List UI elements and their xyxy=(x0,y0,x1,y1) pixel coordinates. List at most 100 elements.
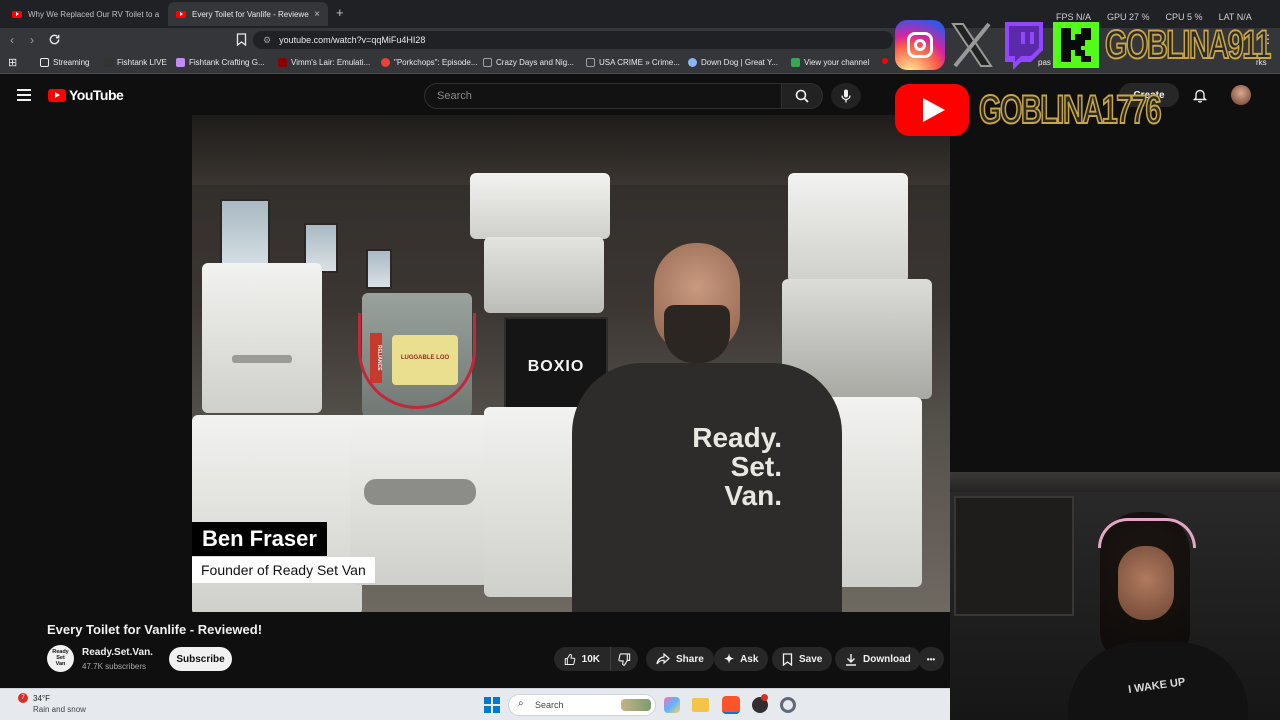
instagram-icon xyxy=(895,20,945,70)
window xyxy=(366,249,392,289)
youtube-icon xyxy=(895,84,969,136)
down-dog-icon xyxy=(688,58,697,67)
twitch-icon xyxy=(999,20,1047,70)
file-explorer-icon[interactable] xyxy=(692,698,709,712)
page-icon xyxy=(586,58,595,67)
thumbs-up-icon xyxy=(564,653,576,665)
bookmark-streaming[interactable]: Streaming xyxy=(40,58,89,67)
avatar[interactable] xyxy=(1231,85,1251,105)
porkchops-icon xyxy=(381,58,390,67)
bookmark-fishtank-live[interactable]: Fishtank LIVE xyxy=(104,58,167,67)
video-player[interactable]: LUGGABLE LOO RELIANCE BOXIO Ready. Set. … xyxy=(192,115,950,612)
ask-button[interactable]: ✦ Ask xyxy=(714,647,769,671)
youtube-handle-overlay: GOBLINA1776 xyxy=(895,84,1230,136)
subscribe-button[interactable]: Subscribe xyxy=(169,647,232,671)
voice-search-button[interactable] xyxy=(831,83,861,109)
lower-third-title: Founder of Ready Set Van xyxy=(192,557,375,583)
youtube-favicon-icon xyxy=(12,10,22,18)
windows-start-icon[interactable] xyxy=(484,697,500,713)
x-twitter-icon xyxy=(949,20,995,70)
subscriber-count: 47.7K subscribers xyxy=(82,662,147,671)
back-icon[interactable]: ‹ xyxy=(10,33,14,47)
shirt-text: Ready. Set. Van. xyxy=(692,422,782,511)
channel-avatar[interactable]: Ready Set Van xyxy=(47,645,74,672)
settings-gear-icon[interactable] xyxy=(780,697,796,713)
social-handles-overlay: GOBLINA911 xyxy=(895,20,1280,70)
youtube-favicon-icon xyxy=(176,10,186,18)
url-text: youtube.com/watch?v=qqMiFu4HI28 xyxy=(279,35,426,45)
streamer-shirt: I WAKE UP xyxy=(1068,642,1248,720)
sparkle-icon: ✦ xyxy=(724,652,735,666)
folder-icon xyxy=(40,58,49,67)
guide-menu-icon[interactable] xyxy=(17,89,31,101)
fishtank-icon xyxy=(104,58,113,67)
bookmark-porkchops[interactable]: "Porkchops": Episode... xyxy=(381,58,478,67)
streamer-face xyxy=(1118,546,1174,620)
apps-grid-icon[interactable]: ⊞ xyxy=(8,56,17,69)
search-button[interactable] xyxy=(781,83,823,109)
bookmark-view-your-channel[interactable]: View your channel xyxy=(791,58,869,67)
video-title: Every Toilet for Vanlife - Reviewed! xyxy=(47,622,263,637)
url-bar[interactable]: ⚙ youtube.com/watch?v=qqMiFu4HI28 xyxy=(253,31,893,49)
bookmark-partial[interactable] xyxy=(882,58,892,64)
porta-potti-top xyxy=(470,173,610,239)
tab-label: Every Toilet for Vanlife - Reviewe xyxy=(192,9,309,19)
composting-toilet xyxy=(202,263,322,413)
download-icon xyxy=(846,653,856,666)
share-button[interactable]: Share xyxy=(646,647,714,671)
tab-label: Why We Replaced Our RV Toilet to a xyxy=(28,9,160,19)
reload-icon[interactable] xyxy=(48,33,61,46)
channel-name[interactable]: Ready.Set.Van. xyxy=(82,647,153,658)
webcam-feed: I WAKE UP xyxy=(950,472,1280,720)
bookmark-fishtank-crafting[interactable]: Fishtank Crafting G... xyxy=(176,58,265,67)
tab-close-button[interactable]: × xyxy=(314,9,320,20)
dislike-button[interactable] xyxy=(610,647,638,671)
taskbar-search[interactable]: ⌕ Search xyxy=(508,694,656,716)
search-highlight-icon xyxy=(621,699,651,711)
presenter: Ready. Set. Van. xyxy=(572,243,842,612)
save-button[interactable]: Save xyxy=(772,647,833,671)
bookmark-crazy-days[interactable]: Crazy Days and Nig... xyxy=(483,58,574,67)
bookmark-usa-crime[interactable]: USA CRIME » Crime... xyxy=(586,58,680,67)
obs-icon[interactable] xyxy=(752,694,768,713)
browser-tab-active[interactable]: Every Toilet for Vanlife - Reviewe × xyxy=(168,2,328,26)
wall-frame xyxy=(954,496,1074,616)
search-input[interactable]: Search xyxy=(424,83,782,109)
headphones xyxy=(1098,518,1196,548)
luggable-loo-bucket: LUGGABLE LOO RELIANCE xyxy=(358,293,476,423)
thumbs-down-icon xyxy=(618,652,631,666)
youtube-logo[interactable]: YouTube xyxy=(48,87,124,103)
search-icon: ⌕ xyxy=(518,698,524,709)
youtube-logo-icon xyxy=(48,88,66,102)
site-info-icon[interactable]: ⚙ xyxy=(263,35,271,46)
kick-icon xyxy=(1053,22,1099,68)
weather-alert-badge: 7 xyxy=(18,693,28,703)
more-actions-button[interactable]: ••• xyxy=(918,647,944,671)
browser-tab[interactable]: Why We Replaced Our RV Toilet to a xyxy=(4,2,164,26)
brave-browser-icon[interactable] xyxy=(722,696,740,714)
share-icon xyxy=(656,653,670,665)
microphone-icon xyxy=(841,89,851,103)
kick-icon xyxy=(791,58,800,67)
like-count: 10K xyxy=(581,653,600,665)
overlay-handle-2: GOBLINA1776 xyxy=(978,87,1162,133)
bookmark-down-dog[interactable]: Down Dog | Great Y... xyxy=(688,58,778,67)
fishtank-crafting-icon xyxy=(176,58,185,67)
like-button[interactable]: 10K xyxy=(554,647,610,671)
save-playlist-icon xyxy=(782,652,793,666)
bookmark-vimms-lair[interactable]: Vimm's Lair: Emulati... xyxy=(278,58,370,67)
bookmark-star-icon[interactable] xyxy=(236,33,247,46)
forward-icon[interactable]: › xyxy=(30,33,34,47)
windows-taskbar: 7 34°F Rain and snow ⌕ Search xyxy=(0,688,950,720)
copilot-icon[interactable] xyxy=(664,697,680,713)
vimms-lair-icon xyxy=(278,58,287,67)
overlay-handle-1: GOBLINA911 xyxy=(1104,22,1272,68)
download-button[interactable]: Download xyxy=(835,647,921,671)
youtube-favicon-icon xyxy=(882,58,888,64)
page-icon xyxy=(483,58,492,67)
lower-third-name: Ben Fraser xyxy=(192,522,327,556)
new-tab-button[interactable]: + xyxy=(336,5,344,20)
performance-stats: FPS N/A GPU 27 % CPU 5 % LAT N/A xyxy=(1056,12,1252,22)
search-icon xyxy=(795,89,809,103)
window xyxy=(220,199,270,273)
